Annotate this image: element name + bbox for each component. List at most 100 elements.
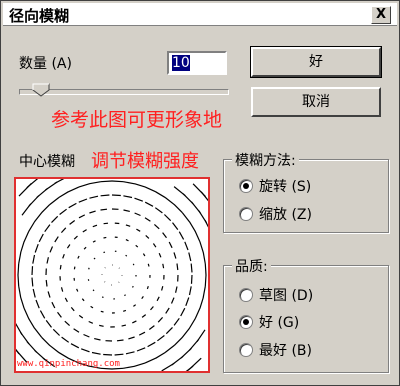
blur-stroke xyxy=(81,298,85,302)
blur-stroke xyxy=(70,307,75,312)
blur-stroke xyxy=(124,294,126,297)
blur-stroke xyxy=(156,296,160,302)
blur-stroke xyxy=(103,236,107,239)
blur-stroke xyxy=(134,197,144,202)
method-option-label: 旋转 (S) xyxy=(259,179,312,195)
blur-stroke xyxy=(145,234,150,239)
method-legend: 模糊方法: xyxy=(232,150,299,170)
blur-stroke xyxy=(147,263,150,267)
cancel-button[interactable]: 取消 xyxy=(251,87,381,117)
blur-stroke xyxy=(194,231,201,243)
blur-stroke xyxy=(161,362,175,372)
blur-stroke xyxy=(41,336,51,346)
blur-stroke xyxy=(173,252,177,259)
blur-stroke xyxy=(31,266,34,276)
blur-stroke xyxy=(77,255,80,259)
blur-stroke xyxy=(123,365,135,369)
blur-stroke xyxy=(202,252,206,264)
blur-stroke xyxy=(188,318,196,329)
blur-stroke xyxy=(44,224,51,233)
quality-legend: 品质: xyxy=(232,256,271,276)
blur-stroke xyxy=(138,331,146,336)
close-button[interactable]: X xyxy=(371,6,391,24)
blur-stroke xyxy=(58,351,69,359)
quality-option-best[interactable]: 最好 (B) xyxy=(239,340,312,360)
blur-stroke xyxy=(32,254,36,264)
blur-stroke xyxy=(202,286,206,298)
blur-stroke xyxy=(133,304,137,307)
blur-stroke xyxy=(93,257,96,260)
amount-value: 10 xyxy=(172,55,190,71)
blur-stroke xyxy=(123,309,127,312)
blur-stroke xyxy=(8,339,20,355)
blur-stroke xyxy=(181,328,190,338)
quality-option-label: 好 (G) xyxy=(259,315,300,331)
blur-stroke xyxy=(18,252,22,264)
blur-stroke xyxy=(157,335,165,342)
blur-stroke xyxy=(134,212,141,217)
amount-slider-thumb[interactable] xyxy=(32,83,50,97)
blur-stroke xyxy=(154,207,163,214)
blur-stroke xyxy=(142,253,146,257)
blur-stroke xyxy=(123,181,135,185)
blur-stroke xyxy=(144,217,151,222)
blur-stroke xyxy=(41,204,51,214)
blur-stroke xyxy=(34,243,39,253)
blur-stroke xyxy=(190,274,193,284)
blur-stroke xyxy=(100,180,113,183)
radio-icon xyxy=(239,315,253,329)
quality-option-label: 草图 (D) xyxy=(259,288,314,304)
blur-stroke xyxy=(168,241,173,249)
blur-stroke xyxy=(173,204,183,214)
blur-stroke xyxy=(164,344,175,353)
blur-stroke xyxy=(204,263,207,276)
blur-stroke xyxy=(62,253,65,259)
blur-stroke xyxy=(28,221,36,232)
blur-stroke xyxy=(60,287,64,292)
blur-stroke xyxy=(88,320,94,324)
blur-stroke xyxy=(78,198,88,203)
blur-stroke xyxy=(199,241,204,253)
blur-stroke xyxy=(47,291,51,298)
blur-stroke xyxy=(73,266,76,270)
blur-stroke xyxy=(132,320,137,324)
method-option-spin[interactable]: 旋转 (S) xyxy=(239,176,311,196)
blur-stroke xyxy=(76,288,79,292)
blur-stroke xyxy=(82,229,87,233)
blur-stroke xyxy=(180,307,186,317)
blur-stroke xyxy=(176,263,179,271)
quality-option-good[interactable]: 好 (G) xyxy=(239,312,299,332)
blur-stroke xyxy=(83,333,90,338)
blur-stroke xyxy=(49,197,60,206)
blur-stroke xyxy=(111,194,121,197)
blur-stroke xyxy=(163,214,172,222)
blur-stroke xyxy=(175,286,178,293)
blur-center-preview[interactable] xyxy=(8,175,213,378)
blur-stroke xyxy=(39,310,46,319)
amount-input[interactable]: 10 xyxy=(167,51,227,75)
method-option-zoom[interactable]: 缩放 (Z) xyxy=(239,204,312,224)
blur-stroke xyxy=(141,314,147,318)
blur-stroke xyxy=(190,263,193,273)
blur-stroke xyxy=(188,286,192,296)
blur-stroke xyxy=(20,297,25,309)
radio-icon xyxy=(239,179,253,193)
blur-stroke xyxy=(54,236,59,243)
amount-slider-track[interactable] xyxy=(19,89,229,95)
blur-stroke xyxy=(92,224,98,228)
blur-stroke xyxy=(26,175,41,189)
amount-label: 数量 (A) xyxy=(19,56,72,72)
blur-stroke xyxy=(23,230,30,242)
blur-stroke xyxy=(92,240,96,243)
ok-button[interactable]: 好 xyxy=(250,46,382,78)
blur-stroke xyxy=(99,324,104,327)
blur-stroke xyxy=(125,224,131,227)
quality-option-draft[interactable]: 草图 (D) xyxy=(239,285,313,305)
blur-stroke xyxy=(125,254,128,257)
blur-stroke xyxy=(91,351,101,355)
blur-stroke xyxy=(101,296,104,298)
blur-stroke xyxy=(134,183,146,188)
blur-stroke xyxy=(59,264,62,270)
blur-stroke xyxy=(173,336,183,346)
blur-stroke xyxy=(121,324,127,327)
